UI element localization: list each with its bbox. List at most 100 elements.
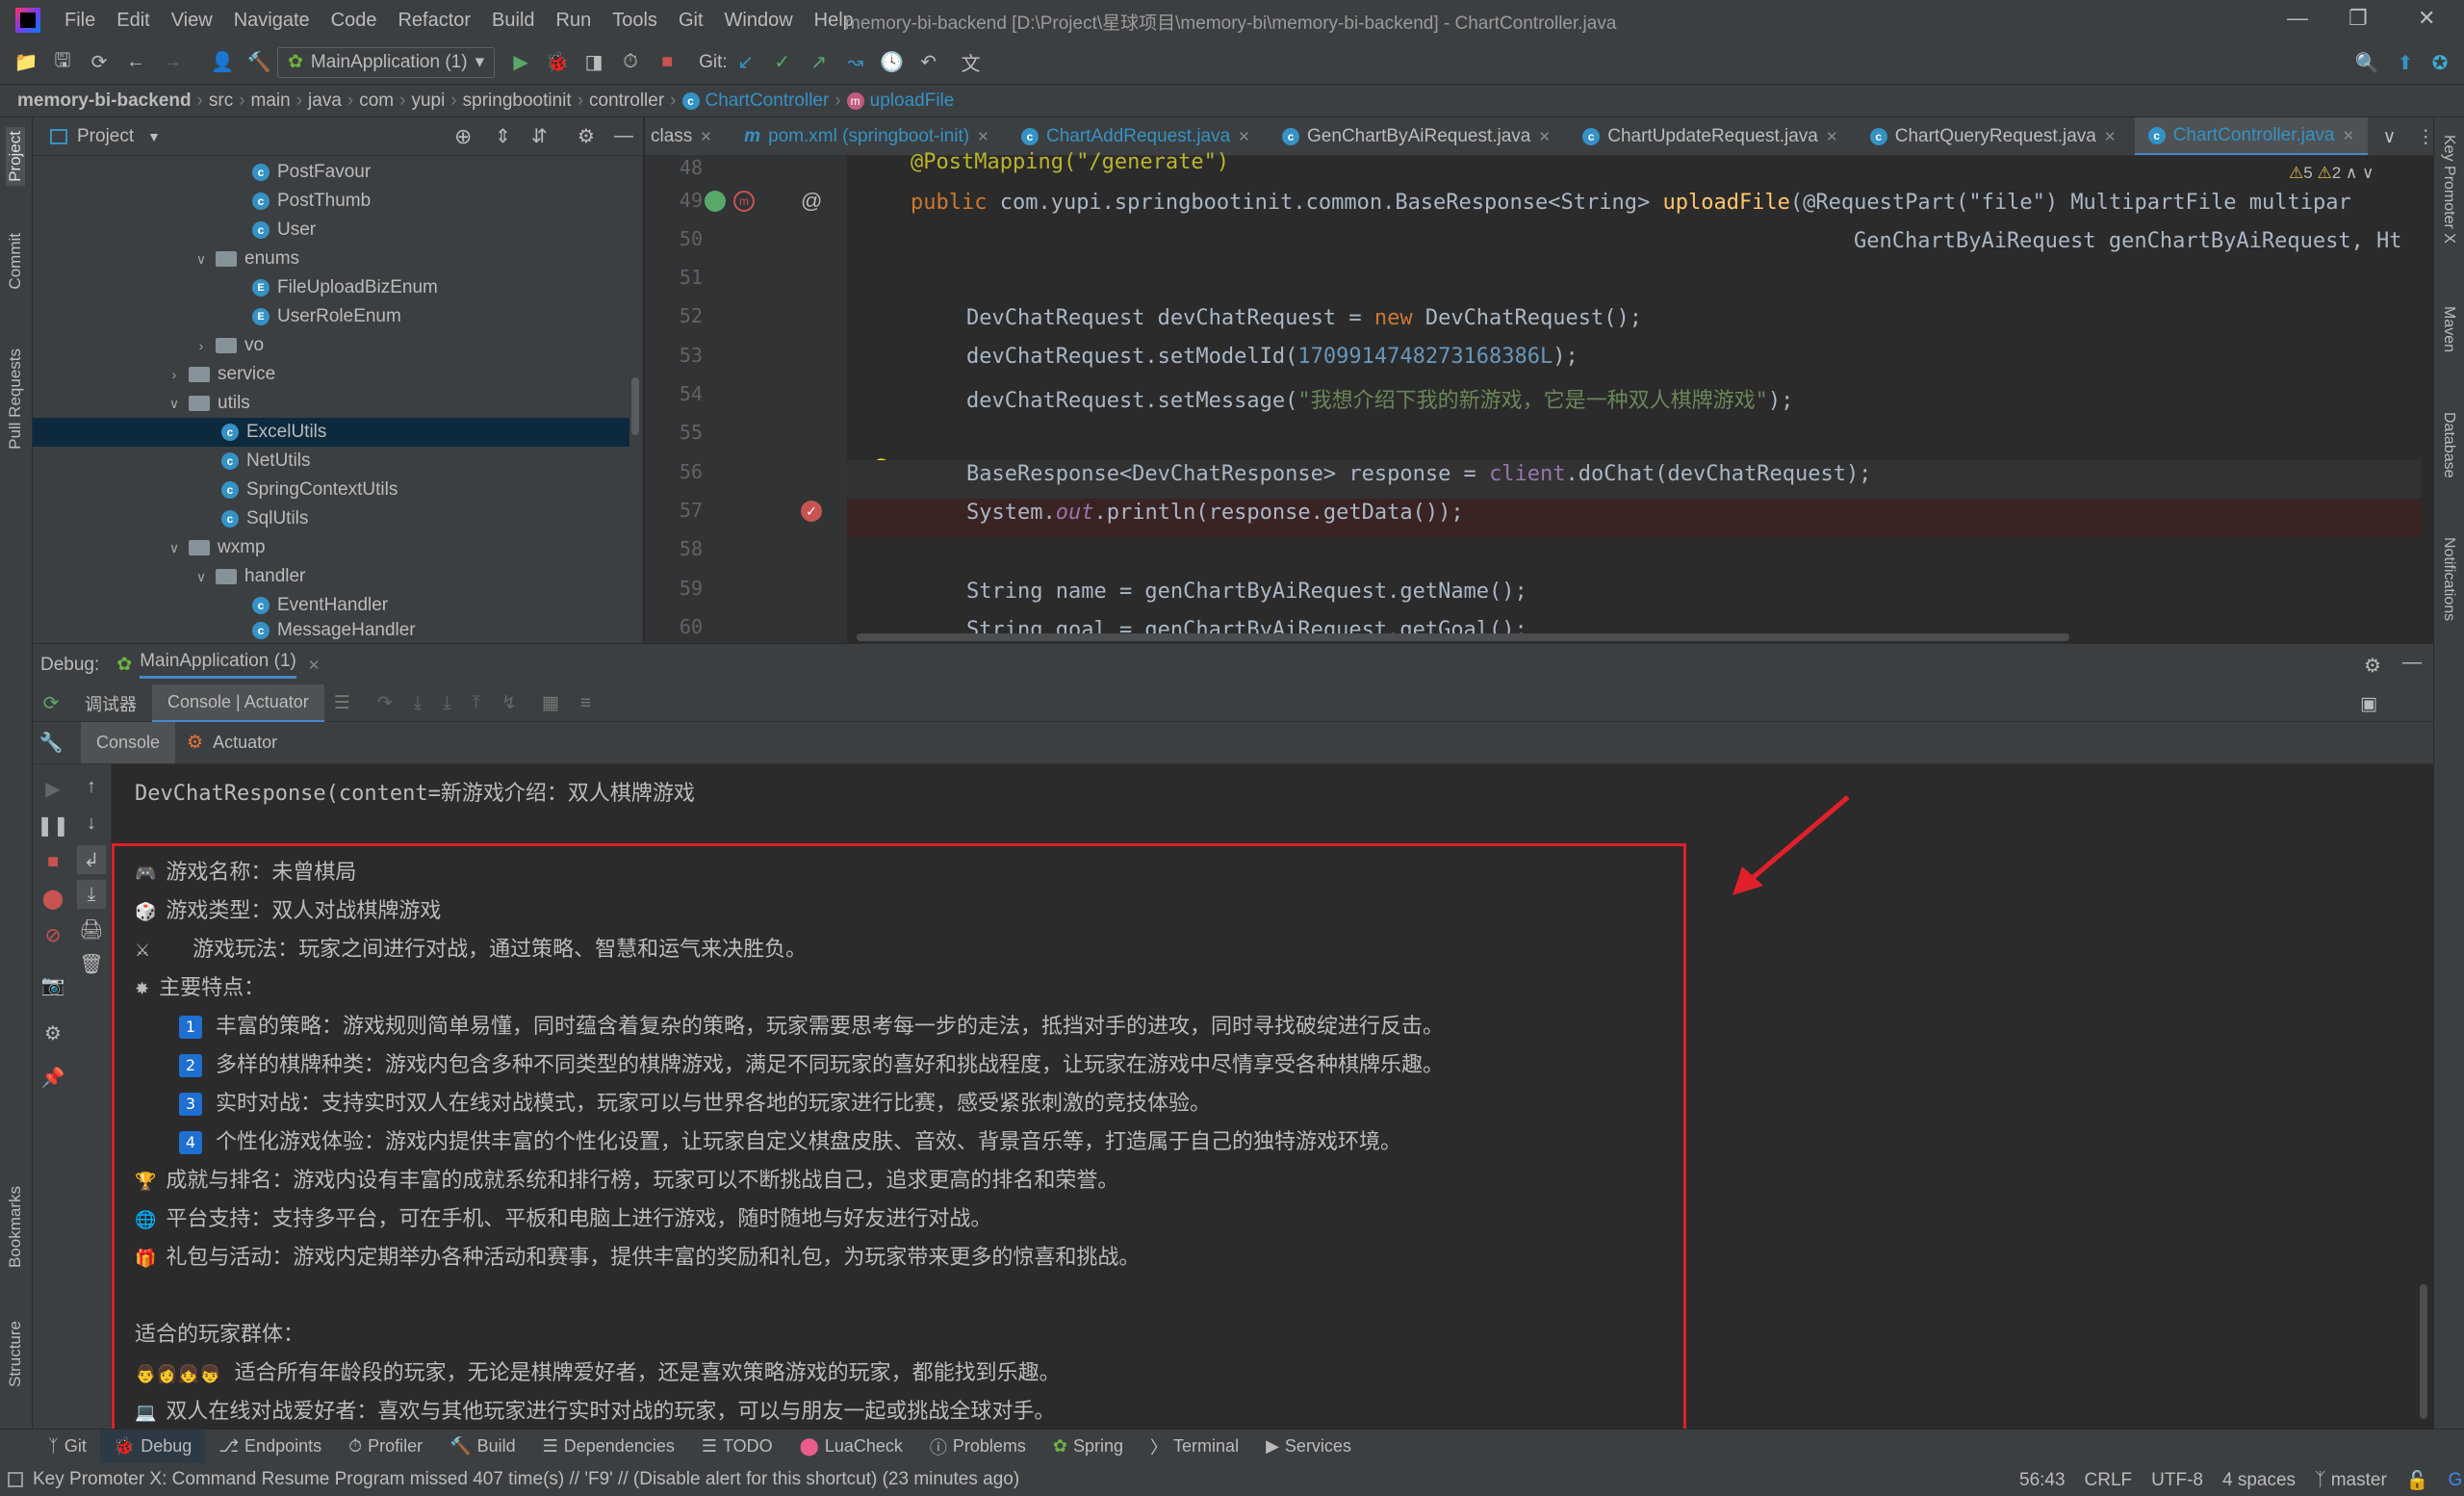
menu-view[interactable]: View bbox=[161, 10, 223, 32]
tool-tab-debug[interactable]: 🐞 Debug bbox=[99, 1429, 206, 1464]
notifications-tool-tab[interactable]: Notifications bbox=[2440, 537, 2457, 621]
tree-item-postfavour[interactable]: c PostFavour bbox=[252, 158, 371, 187]
debug-icon[interactable]: 🐞 bbox=[543, 48, 572, 77]
tool-tab-dependencies[interactable]: ☰ Dependencies bbox=[529, 1430, 688, 1464]
breadcrumb-src[interactable]: src bbox=[203, 90, 239, 112]
tool-tab-build[interactable]: 🔨 Build bbox=[436, 1430, 528, 1464]
chevron-down-icon[interactable]: ▼ bbox=[147, 129, 161, 144]
print-icon[interactable]: 🖨 bbox=[77, 915, 106, 943]
tab-console[interactable]: Console bbox=[81, 722, 176, 763]
code-line-50[interactable]: GenChartByAiRequest genChartByAiRequest,… bbox=[1854, 229, 2402, 253]
google-icon[interactable]: G bbox=[2448, 1470, 2462, 1491]
tool-tab-problems[interactable]: ⓘ Problems bbox=[916, 1430, 1040, 1464]
drop-frame-icon[interactable]: ↯ bbox=[501, 692, 517, 714]
breadcrumb-class[interactable]: ChartController bbox=[700, 90, 835, 112]
coverage-icon[interactable]: ◨ bbox=[579, 48, 608, 77]
tool-tab-todo[interactable]: ☰ TODO bbox=[688, 1430, 786, 1464]
tab-class[interactable]: class ✕ bbox=[645, 117, 726, 155]
view-breakpoints-icon[interactable]: ⬤ bbox=[38, 884, 67, 913]
trace-icon[interactable]: ≡ bbox=[580, 693, 591, 714]
project-tool-tab[interactable]: Project bbox=[6, 127, 25, 186]
console-scrollbar[interactable] bbox=[2420, 1284, 2427, 1419]
pause-icon[interactable]: ❚❚ bbox=[37, 811, 69, 839]
git-commit-icon[interactable]: ✓ bbox=[768, 48, 797, 77]
breadcrumb-yupi[interactable]: yupi bbox=[405, 90, 450, 112]
close-icon[interactable]: ✕ bbox=[1238, 128, 1250, 145]
breadcrumb-method[interactable]: uploadFile bbox=[864, 90, 961, 112]
lock-icon[interactable]: 🔓 bbox=[2406, 1469, 2429, 1492]
tool-tab-endpoints[interactable]: ⎇ Endpoints bbox=[205, 1430, 335, 1464]
git-pull-icon[interactable]: ↝ bbox=[841, 48, 870, 77]
key-promoter-tool-tab[interactable]: Key Promoter X bbox=[2440, 135, 2457, 244]
tree-item-postthumb[interactable]: c PostThumb bbox=[252, 187, 371, 216]
maximize-icon[interactable]: ❐ bbox=[2348, 6, 2368, 31]
chevron-right-icon[interactable]: › bbox=[167, 367, 181, 382]
mute-breakpoints-icon[interactable]: ⊘ bbox=[38, 920, 67, 949]
camera-icon[interactable]: 📷 bbox=[38, 970, 67, 999]
step-over-icon[interactable]: ↷ bbox=[377, 692, 393, 714]
update-icon[interactable]: ⬆ bbox=[2391, 48, 2420, 77]
tool-tab-services[interactable]: ▶ Services bbox=[1252, 1430, 1365, 1464]
tree-item-vo[interactable]: › vo bbox=[194, 331, 264, 360]
method-mapping-icon[interactable]: m bbox=[733, 191, 755, 212]
tree-item-netutils[interactable]: c NetUtils bbox=[221, 447, 311, 476]
collapse-all-icon[interactable]: ⇵ bbox=[531, 124, 548, 148]
code-line-54[interactable]: devChatRequest.setMessage("我想介绍下我的新游戏，它是… bbox=[966, 383, 1793, 414]
chevron-down-icon[interactable]: ∨ bbox=[194, 251, 208, 268]
database-tool-tab[interactable]: Database bbox=[2440, 412, 2457, 478]
tool-tab-profiler[interactable]: ⏱ Profiler bbox=[335, 1430, 436, 1464]
tree-item-handler[interactable]: ∨ handler bbox=[194, 562, 306, 591]
menu-navigate[interactable]: Navigate bbox=[223, 10, 321, 32]
chevron-right-icon[interactable]: › bbox=[194, 338, 208, 353]
spring-mapping-icon[interactable] bbox=[705, 191, 726, 212]
tabs-overflow-icon[interactable]: ∨ bbox=[2373, 117, 2405, 155]
tree-item-service[interactable]: › service bbox=[167, 360, 276, 389]
resume-icon[interactable]: ▶ bbox=[38, 774, 67, 803]
tool-tab-git[interactable]: ᛉ Git bbox=[35, 1430, 100, 1464]
indent-setting[interactable]: 4 spaces bbox=[2222, 1470, 2296, 1491]
clear-icon[interactable]: 🗑 bbox=[77, 949, 106, 978]
gear-icon[interactable]: ⚙ bbox=[578, 124, 595, 148]
scroll-to-end-icon[interactable]: ⤓ bbox=[77, 880, 106, 909]
code-line-56[interactable]: BaseResponse<DevChatResponse> response =… bbox=[966, 462, 1871, 486]
annotation-icon[interactable]: @ bbox=[801, 189, 822, 214]
tab-chartupdaterequest[interactable]: c ChartUpdateRequest.java ✕ bbox=[1569, 117, 1851, 155]
tab-actuator[interactable]: Actuator bbox=[203, 733, 287, 753]
menu-tools[interactable]: Tools bbox=[602, 10, 668, 32]
history-icon[interactable]: 🕓 bbox=[878, 48, 907, 77]
layout-icon[interactable]: ▣ bbox=[2360, 693, 2377, 715]
back-icon[interactable]: ← bbox=[121, 48, 150, 77]
breadcrumb-main[interactable]: main bbox=[245, 90, 296, 112]
menu-build[interactable]: Build bbox=[481, 10, 545, 32]
breadcrumb-controller[interactable]: controller bbox=[583, 90, 670, 112]
close-icon[interactable]: ✕ bbox=[977, 128, 989, 145]
user-icon[interactable]: 👤 bbox=[208, 48, 237, 77]
hide-panel-icon[interactable]: — bbox=[614, 125, 633, 147]
close-icon[interactable]: ✕ bbox=[2343, 127, 2355, 144]
run-config-select[interactable]: ✿ MainApplication (1) ▾ bbox=[277, 46, 496, 78]
close-icon[interactable]: ✕ bbox=[1826, 128, 1838, 145]
layout-toggle-icon[interactable] bbox=[8, 1472, 23, 1487]
structure-tool-tab[interactable]: Structure bbox=[6, 1321, 25, 1387]
step-into-icon[interactable]: ⤓ bbox=[414, 693, 422, 714]
tree-item-userroleenum[interactable]: E UserRoleEnum bbox=[252, 302, 401, 331]
status-message[interactable]: Key Promoter X: Command Resume Program m… bbox=[33, 1469, 1019, 1490]
scroll-up-icon[interactable]: ↑ bbox=[77, 772, 106, 801]
git-update-icon[interactable]: ↙ bbox=[732, 48, 760, 77]
tab-console-actuator[interactable]: Console | Actuator bbox=[152, 684, 324, 723]
tree-item-enums[interactable]: ∨ enums bbox=[194, 245, 299, 273]
save-icon[interactable]: 🖫 bbox=[48, 48, 77, 77]
cursor-position[interactable]: 56:43 bbox=[2019, 1470, 2066, 1491]
breadcrumb-springbootinit[interactable]: springbootinit bbox=[457, 90, 578, 112]
close-icon[interactable]: ✕ bbox=[2418, 6, 2435, 31]
code-line-59[interactable]: String name = genChartByAiRequest.getNam… bbox=[966, 580, 1527, 604]
breadcrumb-com[interactable]: com bbox=[353, 90, 399, 112]
close-icon[interactable]: ✕ bbox=[700, 128, 712, 145]
sync-icon[interactable]: ⟳ bbox=[85, 48, 114, 77]
code-line-52[interactable]: DevChatRequest devChatRequest = new DevC… bbox=[966, 306, 1642, 330]
warnings-indicator[interactable]: ⚠5 ⚠2 ∧ ∨ bbox=[2289, 164, 2374, 183]
open-folder-icon[interactable]: 📁 bbox=[12, 48, 40, 77]
pin-icon[interactable]: 📌 bbox=[38, 1063, 67, 1092]
horizontal-scrollbar[interactable] bbox=[857, 633, 2069, 641]
menu-refactor[interactable]: Refactor bbox=[387, 10, 481, 32]
